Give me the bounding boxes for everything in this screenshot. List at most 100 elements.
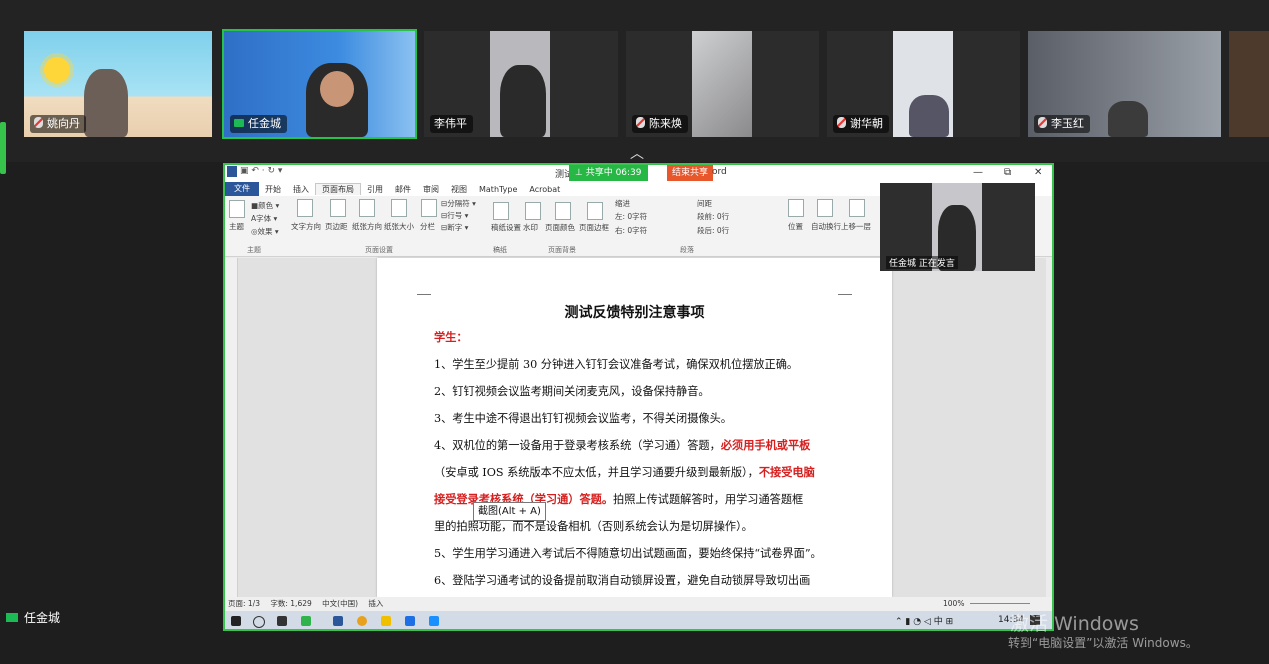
page-color-icon[interactable] <box>555 202 571 220</box>
tab-layout[interactable]: 页面布局 <box>315 183 361 195</box>
breaks-button[interactable]: ⊟分隔符 ▾ <box>441 198 476 209</box>
share-icon: ⊥ <box>575 168 586 178</box>
audio-level-indicator <box>0 122 6 174</box>
page-count[interactable]: 页面: 1/3 <box>228 599 260 608</box>
minimize-icon[interactable]: — <box>973 167 983 178</box>
right-indent-field[interactable]: 右: 0字符 <box>615 225 647 236</box>
language[interactable]: 中文(中国) <box>322 599 358 608</box>
hyphenation-button[interactable]: ⊟断字 ▾ <box>441 222 468 233</box>
group-paragraph: 段落 <box>680 246 694 254</box>
space-before-field[interactable]: 段前: 0行 <box>697 211 729 222</box>
draft-paper-button[interactable]: 稿纸设置 <box>491 222 521 233</box>
doc-line: 4、双机位的第一设备用于登录考核系统（学习通）答题，必须用手机或平板 <box>434 438 811 452</box>
tab-acrobat[interactable]: Acrobat <box>523 185 566 194</box>
speaker-pip[interactable]: 任金城 正在发言 <box>880 183 1035 271</box>
text-direction-button[interactable]: 文字方向 <box>291 221 321 232</box>
wrap-icon[interactable] <box>817 199 833 217</box>
dingtalk-icon[interactable] <box>429 616 439 626</box>
participant-tile[interactable]: 李伟平 <box>424 31 618 137</box>
margins-icon[interactable] <box>330 199 346 217</box>
bring-forward-button[interactable]: 上移一层 <box>841 221 871 232</box>
line-numbers-button[interactable]: ⊟行号 ▾ <box>441 210 468 221</box>
participant-tile[interactable] <box>1229 31 1269 137</box>
left-indent-field[interactable]: 左: 0字符 <box>615 211 647 222</box>
tab-file[interactable]: 文件 <box>225 182 259 196</box>
participant-name: 陈来焕 <box>632 115 688 133</box>
section-heading: 学生： <box>434 330 468 344</box>
speaker-label: 任金城 正在发言 <box>886 256 958 269</box>
columns-icon[interactable] <box>421 199 437 217</box>
margins-button[interactable]: 页边距 <box>325 221 348 232</box>
draft-paper-icon[interactable] <box>493 202 509 220</box>
columns-button[interactable]: 分栏 <box>420 221 435 232</box>
tab-mathtype[interactable]: MathType <box>473 185 523 194</box>
word-icon <box>227 166 237 177</box>
tab-references[interactable]: 引用 <box>361 184 389 195</box>
insert-mode[interactable]: 插入 <box>368 599 383 608</box>
participant-tile[interactable]: 陈来焕 <box>626 31 819 137</box>
self-view-label: 任金城 <box>6 609 60 626</box>
participant-video <box>500 65 546 137</box>
activation-watermark: 激活 Windows <box>1010 613 1139 635</box>
tab-view[interactable]: 视图 <box>445 184 473 195</box>
space-after-field[interactable]: 段后: 0行 <box>697 225 729 236</box>
orientation-icon[interactable] <box>359 199 375 217</box>
document-page[interactable]: 测试反馈特别注意事项 学生： 1、学生至少提前 30 分钟进入钉钉会议准备考试，… <box>377 258 892 597</box>
participant-name: 任金城 <box>230 115 287 133</box>
page-color-button[interactable]: 页面颜色 <box>545 222 575 233</box>
orientation-button[interactable]: 纸张方向 <box>352 221 382 232</box>
watermark-button[interactable]: 水印 <box>523 222 538 233</box>
participant-tile-active[interactable]: 任金城 <box>222 29 417 139</box>
maximize-icon[interactable]: ⧉ <box>1004 167 1011 178</box>
word-count[interactable]: 字数: 1,629 <box>270 599 311 608</box>
text-direction-icon[interactable] <box>297 199 313 217</box>
position-button[interactable]: 位置 <box>788 221 803 232</box>
word-taskbar-icon[interactable] <box>333 616 343 626</box>
mic-muted-icon <box>837 117 846 128</box>
folder-icon[interactable] <box>381 616 391 626</box>
vertical-ruler <box>225 258 238 597</box>
app-icon[interactable] <box>405 616 415 626</box>
position-icon[interactable] <box>788 199 804 217</box>
colors-button[interactable]: ■颜色 ▾ <box>251 200 279 211</box>
tray-icons[interactable]: ⌃ ▮ ◔ ◁ 中 ⊞ <box>895 614 953 627</box>
tab-mailings[interactable]: 邮件 <box>389 184 417 195</box>
watermark-icon[interactable] <box>525 202 541 220</box>
mic-muted-icon <box>636 117 645 128</box>
vertical-scrollbar[interactable] <box>1046 258 1052 597</box>
participant-tile[interactable]: 谢华朝 <box>827 31 1020 137</box>
size-icon[interactable] <box>391 199 407 217</box>
doc-line: 6、登陆学习通考试的设备提前取消自动锁屏设置，避免自动锁屏导致切出画 <box>434 574 811 587</box>
size-button[interactable]: 纸张大小 <box>384 221 414 232</box>
camera-icon <box>234 119 244 127</box>
tab-home[interactable]: 开始 <box>259 184 287 195</box>
zoom-level[interactable]: 100% <box>943 597 964 611</box>
group-page-setup: 页面设置 <box>365 246 393 254</box>
participant-tile[interactable]: 姚向丹 <box>24 31 212 137</box>
sharing-status: ⊥ 共享中 06:39 <box>569 165 648 181</box>
zoom-slider[interactable] <box>970 603 1030 604</box>
theme-icon[interactable] <box>229 200 245 218</box>
app-icon[interactable] <box>277 616 287 626</box>
wrap-text-button[interactable]: 自动换行 <box>811 221 841 232</box>
page-border-icon[interactable] <box>587 202 603 220</box>
quick-access-icons[interactable]: ▣ ↶ · ↻ ▾ <box>240 166 282 176</box>
tab-review[interactable]: 审阅 <box>417 184 445 195</box>
stop-share-button[interactable]: 结束共享 <box>667 165 714 181</box>
bring-forward-icon[interactable] <box>849 199 865 217</box>
fonts-button[interactable]: A字体 ▾ <box>251 213 277 224</box>
participant-tile[interactable]: 李玉红 <box>1028 31 1221 137</box>
chrome-icon[interactable] <box>357 616 367 626</box>
doc-title-right: ord <box>712 167 727 177</box>
collapse-chevron-icon[interactable]: ︿ <box>630 143 644 163</box>
camera-icon <box>6 613 18 622</box>
page-border-button[interactable]: 页面边框 <box>579 222 609 233</box>
participant-name: 李玉红 <box>1034 115 1090 133</box>
effects-button[interactable]: ◎效果 ▾ <box>251 226 279 237</box>
search-icon[interactable] <box>253 616 265 628</box>
close-icon[interactable]: ✕ <box>1034 167 1042 178</box>
theme-button[interactable]: 主题 <box>229 221 244 232</box>
start-icon[interactable] <box>231 616 241 626</box>
tab-insert[interactable]: 插入 <box>287 184 315 195</box>
app-icon[interactable] <box>301 616 311 626</box>
